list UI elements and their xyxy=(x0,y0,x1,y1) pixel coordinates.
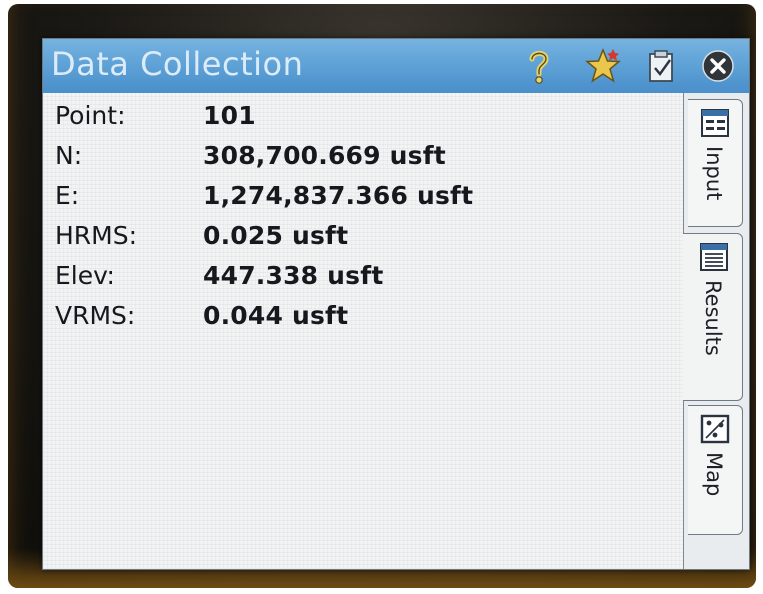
device-screen: Data Collection Point: 101 N: 308,700.66… xyxy=(42,38,750,570)
question-mark-icon xyxy=(529,50,549,84)
result-value: 0.044 usft xyxy=(203,301,349,330)
result-value: 101 xyxy=(203,101,256,130)
result-value: 447.338 usft xyxy=(203,261,384,290)
star-icon xyxy=(585,48,621,83)
vertical-tab-strip: Input Results Map xyxy=(683,93,749,569)
result-value: 0.025 usft xyxy=(203,221,349,250)
tab-input[interactable]: Input xyxy=(688,99,743,227)
tab-label: Input xyxy=(702,146,726,201)
result-value: 1,274,837.366 usft xyxy=(203,181,474,210)
result-row-elevation: Elev: 447.338 usft xyxy=(55,261,675,301)
tab-label: Map xyxy=(702,452,726,497)
clipboard-check-icon xyxy=(649,50,673,82)
favorites-button[interactable] xyxy=(583,45,623,87)
close-button[interactable] xyxy=(698,45,738,87)
map-icon xyxy=(700,414,730,444)
input-form-icon xyxy=(701,109,729,137)
device-photo: Data Collection Point: 101 N: 308,700.66… xyxy=(0,0,763,594)
close-icon xyxy=(702,50,734,82)
window-title: Data Collection xyxy=(51,45,304,83)
result-label: N: xyxy=(55,141,83,170)
results-panel: Point: 101 N: 308,700.669 usft E: 1,274,… xyxy=(43,93,683,569)
tab-map[interactable]: Map xyxy=(688,405,743,535)
result-row-easting: E: 1,274,837.366 usft xyxy=(55,181,675,221)
result-label: Point: xyxy=(55,101,126,130)
result-label: VRMS: xyxy=(55,301,136,330)
result-row-vrms: VRMS: 0.044 usft xyxy=(55,301,675,341)
tab-results[interactable]: Results xyxy=(683,233,743,401)
results-list-icon xyxy=(700,243,728,271)
tab-label: Results xyxy=(701,280,725,356)
files-button[interactable] xyxy=(641,45,681,87)
result-label: E: xyxy=(55,181,80,210)
result-row-hrms: HRMS: 0.025 usft xyxy=(55,221,675,261)
help-button[interactable] xyxy=(519,45,559,87)
title-bar: Data Collection xyxy=(43,39,749,93)
result-label: Elev: xyxy=(55,261,115,290)
result-row-point: Point: 101 xyxy=(55,101,675,141)
result-row-northing: N: 308,700.669 usft xyxy=(55,141,675,181)
result-label: HRMS: xyxy=(55,221,138,250)
result-value: 308,700.669 usft xyxy=(203,141,446,170)
